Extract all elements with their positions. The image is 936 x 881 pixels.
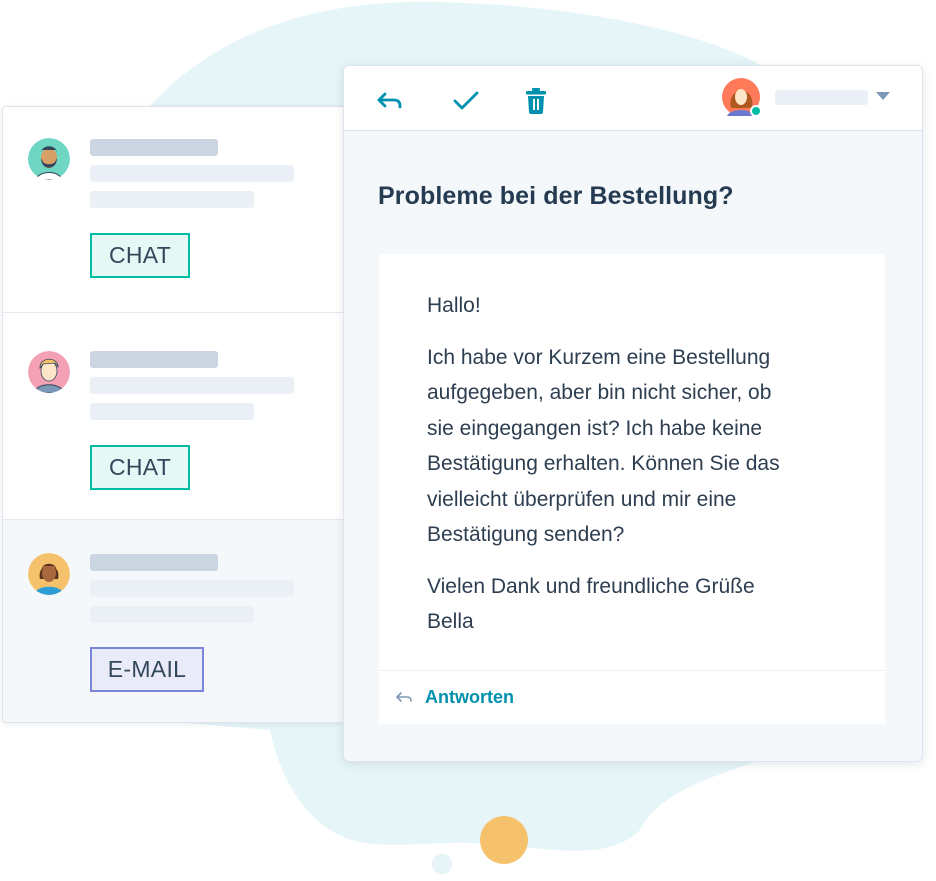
bearded-man-avatar — [28, 138, 70, 180]
owner-name-placeholder — [775, 90, 868, 105]
preview-placeholder — [90, 580, 294, 597]
body-line: vielleicht überprüfen und mir eine — [427, 487, 737, 511]
conversation-detail: Probleme bei der Bestellung? Hallo! Ich … — [343, 65, 923, 762]
preview-placeholder — [90, 377, 294, 394]
channel-badge-chat: CHAT — [90, 445, 190, 490]
message-footer: Antworten — [379, 670, 885, 725]
closing-line: Vielen Dank und freundliche Grüße — [427, 574, 755, 598]
preview-placeholder — [90, 165, 294, 182]
toolbar — [344, 66, 922, 131]
chevron-down-icon[interactable] — [876, 92, 890, 100]
body-line: aufgegeben, aber bin nicht sicher, ob — [427, 381, 772, 404]
body-paragraph: Ich habe vor Kurzem eine Bestellung aufg… — [427, 340, 847, 553]
reply-arrow-icon[interactable] — [374, 86, 404, 116]
conversation-list: CHAT CHAT E-MAIL — [2, 106, 346, 723]
orange-dot — [480, 816, 528, 864]
reply-label: Antworten — [425, 687, 514, 707]
body-line: sie eingegangen ist? Ich habe keine — [427, 416, 763, 440]
name-placeholder — [90, 139, 218, 156]
blond-man-avatar — [28, 351, 70, 393]
signature: Bella — [427, 610, 474, 633]
channel-badge-chat: CHAT — [90, 233, 190, 278]
greeting: Hallo! — [427, 294, 481, 317]
conversation-item[interactable]: CHAT — [3, 107, 345, 313]
owner-avatar[interactable] — [722, 78, 762, 117]
body-line: Bestätigung senden? — [427, 523, 625, 546]
message-body: Hallo! Ich habe vor Kurzem eine Bestellu… — [427, 288, 847, 640]
name-placeholder — [90, 554, 218, 571]
online-status-dot — [750, 105, 762, 117]
trash-icon[interactable] — [521, 86, 551, 116]
name-placeholder — [90, 351, 218, 368]
preview-placeholder — [90, 403, 254, 420]
checkmark-icon[interactable] — [451, 86, 481, 116]
body-line: Bestätigung erhalten. Können Sie das — [427, 452, 780, 475]
preview-placeholder — [90, 606, 254, 623]
channel-label: CHAT — [108, 242, 172, 268]
reply-arrow-icon — [396, 691, 412, 702]
channel-label: CHAT — [108, 454, 172, 480]
channel-label: E-MAIL — [107, 656, 187, 682]
preview-placeholder — [90, 191, 254, 208]
message-subject: Probleme bei der Bestellung? — [378, 182, 734, 210]
closing-paragraph: Vielen Dank und freundliche Grüße Bella — [427, 569, 847, 640]
message-card: Hallo! Ich habe vor Kurzem eine Bestellu… — [379, 254, 885, 724]
woman-avatar — [28, 553, 70, 595]
body-line: Ich habe vor Kurzem eine Bestellung — [427, 345, 771, 369]
conversation-item-active[interactable]: E-MAIL — [3, 520, 345, 722]
small-blue-dot — [432, 854, 452, 874]
conversation-item[interactable]: CHAT — [3, 313, 345, 520]
reply-button[interactable]: Antworten — [395, 687, 514, 708]
channel-badge-email: E-MAIL — [90, 647, 204, 692]
